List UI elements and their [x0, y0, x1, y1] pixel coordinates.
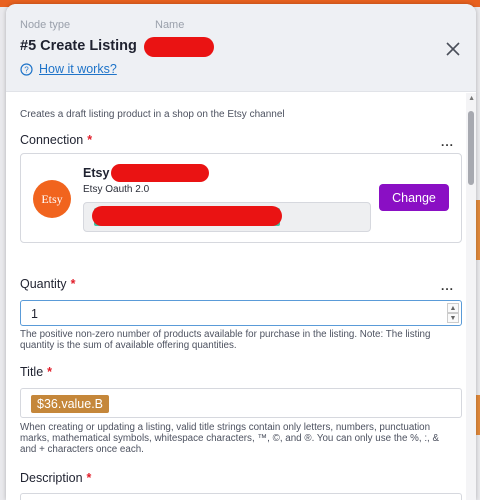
connection-account-field	[83, 202, 371, 232]
description-label: Description *	[20, 471, 92, 485]
how-it-works-link[interactable]: ? How it works?	[20, 62, 117, 76]
stepper-up-icon[interactable]: ▲	[447, 303, 459, 313]
title-input[interactable]: $36.value.B	[20, 388, 462, 418]
redacted-name	[144, 37, 214, 57]
change-connection-button[interactable]: Change	[379, 184, 449, 211]
quantity-more-button[interactable]: ...	[441, 279, 454, 293]
quantity-value: 1	[31, 307, 38, 321]
etsy-logo: Etsy	[33, 180, 71, 218]
panel-body: Creates a draft listing product in a sho…	[6, 93, 476, 500]
close-button[interactable]	[442, 38, 464, 60]
connection-auth-type: Etsy Oauth 2.0	[83, 184, 150, 195]
name-label: Name	[155, 19, 185, 31]
quantity-label: Quantity *	[20, 277, 76, 291]
node-title: #5 Create Listing	[20, 38, 137, 54]
stepper-down-icon[interactable]: ▼	[447, 313, 459, 323]
quantity-stepper[interactable]: ▲ ▼	[447, 303, 459, 323]
connection-card: Etsy Etsy / Etsy Oauth 2.0 Change	[20, 153, 462, 243]
required-mark: *	[86, 471, 92, 485]
redacted-account	[92, 206, 282, 226]
title-label: Title *	[20, 365, 53, 379]
node-type-label: Node type	[20, 19, 71, 31]
scrollbar-track[interactable]: ▲	[466, 93, 476, 500]
svg-text:?: ?	[24, 65, 29, 74]
required-mark: *	[47, 365, 53, 379]
scroll-up-icon[interactable]: ▲	[468, 95, 475, 102]
quantity-hint: The positive non-zero number of products…	[20, 329, 431, 351]
help-circle-icon: ?	[20, 62, 33, 76]
quantity-input[interactable]: 1 ▲ ▼	[20, 300, 462, 326]
close-icon	[446, 42, 460, 56]
title-hint: When creating or updating a listing, val…	[20, 422, 440, 455]
connection-more-button[interactable]: ...	[441, 135, 454, 149]
panel-header: Node type Name #5 Create Listing ? How i…	[6, 4, 476, 92]
required-mark: *	[70, 277, 76, 291]
connection-label: Connection *	[20, 133, 93, 147]
how-it-works-text: How it works?	[39, 62, 117, 76]
redacted-connection-name	[111, 164, 209, 182]
required-mark: *	[87, 133, 93, 147]
scrollbar-thumb[interactable]	[468, 111, 474, 185]
description-input[interactable]	[20, 493, 462, 500]
node-settings-panel: Node type Name #5 Create Listing ? How i…	[6, 4, 476, 500]
node-description: Creates a draft listing product in a sho…	[20, 109, 285, 120]
mapped-value-pill[interactable]: $36.value.B	[31, 395, 110, 413]
